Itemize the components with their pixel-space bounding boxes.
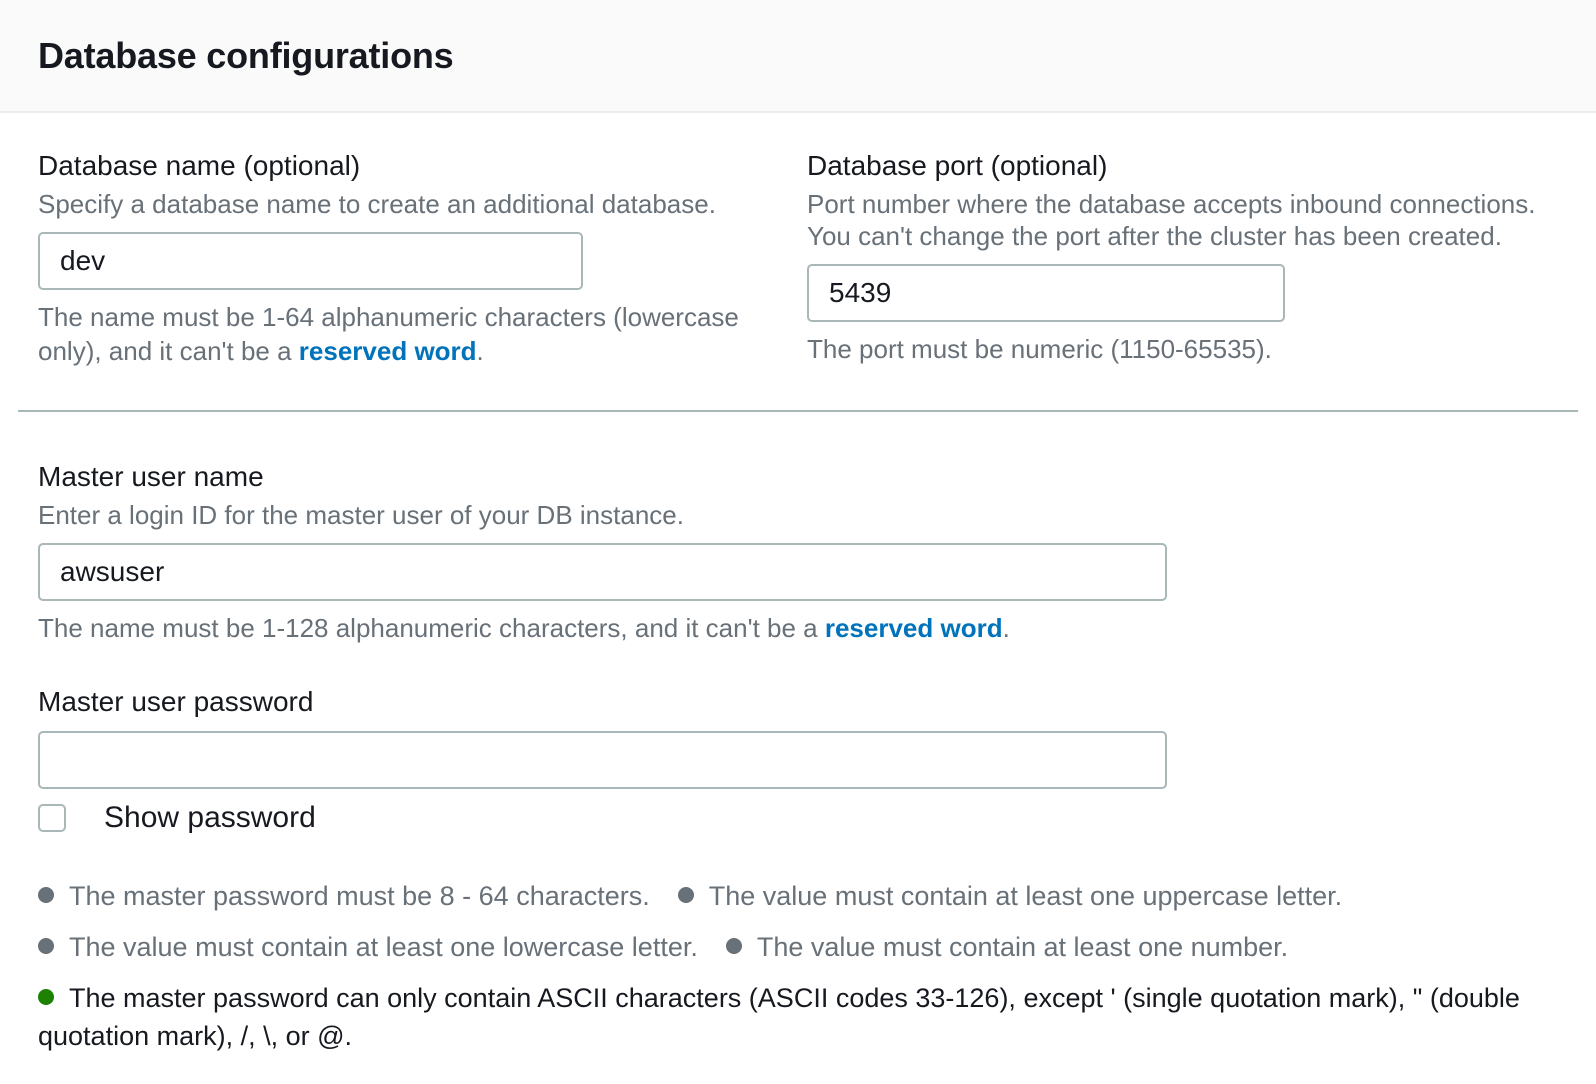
master-user-name-hint-text: The name must be 1-128 alphanumeric char… xyxy=(38,613,825,643)
database-port-hint: The port must be numeric (1150-65535). xyxy=(807,332,1537,366)
rule-text: The value must contain at least one lowe… xyxy=(69,932,698,962)
master-user-password-input[interactable] xyxy=(38,731,1167,789)
database-configurations-panel: Database name (optional) Specify a datab… xyxy=(0,113,1596,1055)
rule-item: The value must contain at least one lowe… xyxy=(38,928,698,966)
database-name-field: Database name (optional) Specify a datab… xyxy=(38,149,807,368)
show-password-label[interactable]: Show password xyxy=(104,801,316,835)
master-user-name-hint-period: . xyxy=(1003,613,1010,643)
master-user-name-label: Master user name xyxy=(38,460,1558,494)
section-divider xyxy=(18,410,1578,412)
database-port-field: Database port (optional) Port number whe… xyxy=(807,149,1558,368)
rule-text: The master password can only contain ASC… xyxy=(38,983,1520,1051)
rule-bullet-icon xyxy=(678,887,694,903)
database-name-hint: The name must be 1-64 alphanumeric chara… xyxy=(38,300,768,368)
rule-text: The value must contain at least one numb… xyxy=(757,932,1288,962)
rule-bullet-green-icon xyxy=(38,989,54,1005)
database-name-input[interactable] xyxy=(38,232,583,290)
rule-item: The value must contain at least one uppe… xyxy=(678,877,1342,915)
database-name-label: Database name (optional) xyxy=(38,149,807,183)
password-rules-list: The master password must be 8 - 64 chara… xyxy=(38,877,1558,1055)
master-user-name-input[interactable] xyxy=(38,543,1167,601)
rule-item-satisfied: The master password can only contain ASC… xyxy=(38,979,1558,1055)
show-password-row: Show password xyxy=(38,801,1558,835)
reserved-word-link[interactable]: reserved word xyxy=(825,613,1003,643)
master-user-name-description: Enter a login ID for the master user of … xyxy=(38,499,1558,531)
rule-bullet-icon xyxy=(38,887,54,903)
database-port-label: Database port (optional) xyxy=(807,149,1558,183)
database-name-description: Specify a database name to create an add… xyxy=(38,188,807,220)
database-name-hint-period: . xyxy=(477,336,484,366)
database-port-description: Port number where the database accepts i… xyxy=(807,188,1547,252)
reserved-word-link[interactable]: reserved word xyxy=(299,336,477,366)
rule-text: The value must contain at least one uppe… xyxy=(709,881,1342,911)
show-password-checkbox[interactable] xyxy=(38,804,66,832)
rule-bullet-icon xyxy=(38,938,54,954)
master-user-name-field: Master user name Enter a login ID for th… xyxy=(38,460,1558,645)
rule-item: The master password must be 8 - 64 chara… xyxy=(38,877,650,915)
master-user-name-hint: The name must be 1-128 alphanumeric char… xyxy=(38,611,1558,645)
page-title: Database configurations xyxy=(38,35,453,77)
master-user-password-field: Master user password Show password xyxy=(38,685,1558,835)
name-port-row: Database name (optional) Specify a datab… xyxy=(38,149,1558,368)
master-user-password-label: Master user password xyxy=(38,685,1558,719)
rule-bullet-icon xyxy=(726,938,742,954)
rule-text: The master password must be 8 - 64 chara… xyxy=(69,881,650,911)
rule-item: The value must contain at least one numb… xyxy=(726,928,1288,966)
panel-header: Database configurations xyxy=(0,0,1596,113)
database-port-input[interactable] xyxy=(807,264,1285,322)
